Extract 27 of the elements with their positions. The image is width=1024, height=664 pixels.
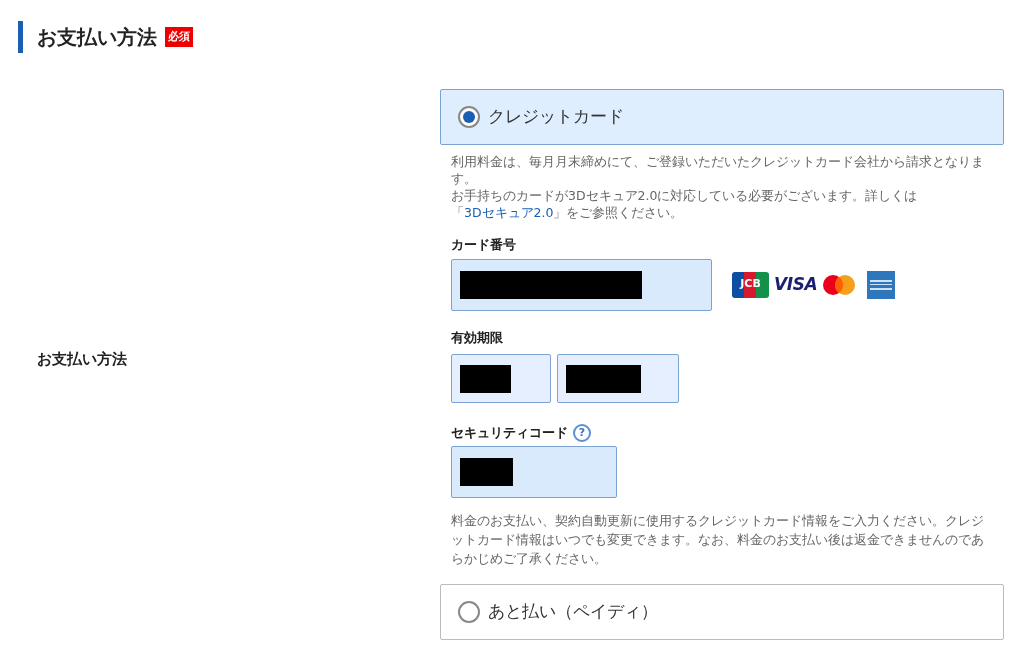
amex-logo bbox=[867, 270, 896, 299]
required-badge: 必須 bbox=[165, 26, 193, 48]
security-note: お手持ちのカードが3Dセキュア2.0に対応している必要がございます。詳しくは 「3Dセキュア2.0」をご参照ください。 bbox=[451, 187, 919, 221]
radio-button[interactable] bbox=[458, 106, 480, 128]
secure-link[interactable]: 3Dセキュア2.0 bbox=[464, 205, 554, 220]
input-field[interactable] bbox=[451, 258, 712, 311]
mastercard-logo bbox=[822, 273, 857, 296]
input-field[interactable] bbox=[451, 354, 551, 403]
help-icon[interactable]: ? bbox=[573, 423, 591, 442]
card-info-note: 料金のお支払い、契約自動更新に使用するクレジットカード情報をご入力ください。クレジットカード情報はいつでも変更できます。なお、料金のお支払い後は返金できませんのであらかじめご了承ください。 bbox=[451, 511, 985, 568]
accent-bar bbox=[18, 21, 23, 53]
radio-button[interactable] bbox=[458, 600, 480, 623]
payment-option[interactable]: クレジットカード bbox=[440, 89, 1004, 145]
row-label: お支払い方法 bbox=[37, 349, 127, 370]
field-label: カード番号 bbox=[451, 236, 517, 254]
field-label: 有効期限 bbox=[451, 328, 504, 347]
visa-logo: VISA bbox=[774, 272, 818, 296]
billing-note: 利用料金は、毎月月末締めにて、ご登録いただいたクレジットカード会社から請求となります。 bbox=[451, 153, 985, 187]
redaction-bar bbox=[460, 457, 513, 486]
input-field[interactable] bbox=[557, 354, 679, 403]
section-title: お支払い方法 bbox=[37, 24, 157, 51]
field-label: セキュリティコード bbox=[451, 424, 568, 442]
option-label: あと払い（ペイディ） bbox=[488, 599, 658, 623]
redaction-bar bbox=[460, 364, 511, 393]
input-field[interactable] bbox=[451, 445, 617, 498]
payment-option[interactable]: あと払い（ペイディ） bbox=[440, 583, 1004, 640]
option-label: クレジットカード bbox=[488, 105, 624, 129]
